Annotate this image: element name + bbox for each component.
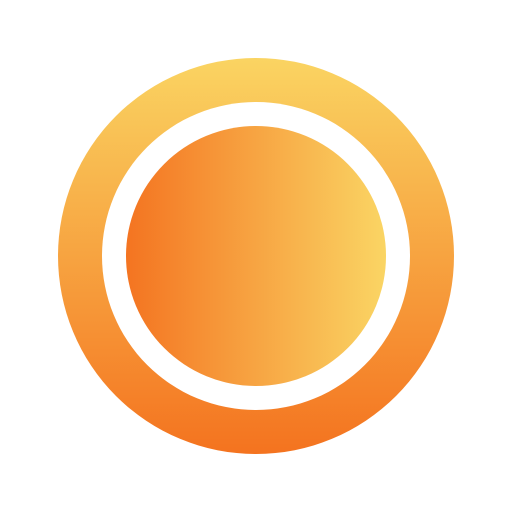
icon-canvas <box>0 0 512 512</box>
sun-circle-icon <box>58 58 454 454</box>
inner-disc <box>126 126 386 386</box>
